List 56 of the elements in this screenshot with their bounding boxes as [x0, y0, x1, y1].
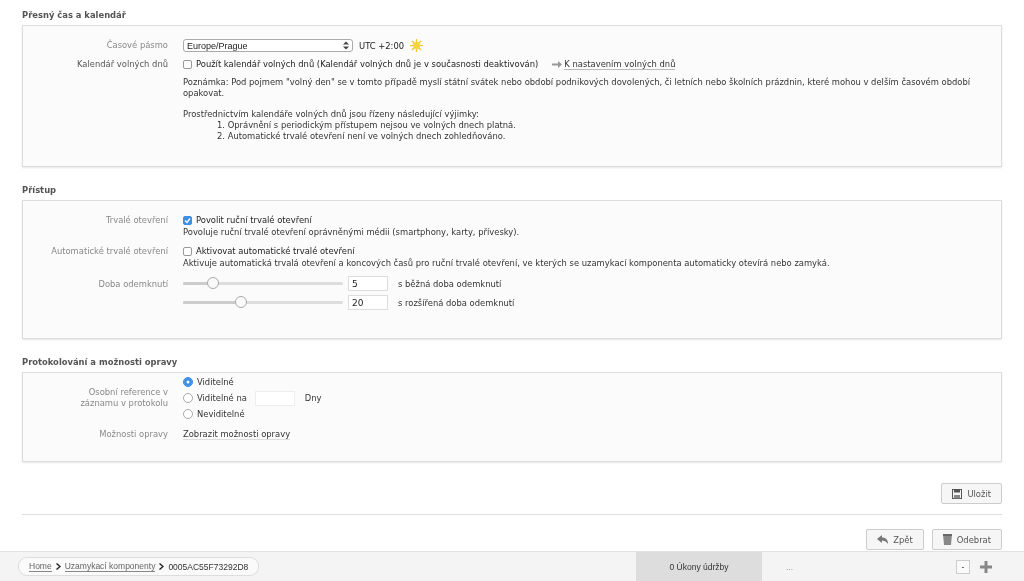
- chevron-icon: [55, 563, 61, 570]
- option-description: Aktivuje automatická trvalá otevření a koncových časů pro ruční trvalé otevření, ve kterých se uzamykací komponenta automaticky otevírá nebo zamyká.: [183, 258, 831, 269]
- field-label: Automatické trvalé otevření: [51, 245, 168, 258]
- remove-button[interactable]: Odebrat: [931, 529, 1002, 550]
- section-title: Přesný čas a kalendář: [22, 10, 126, 20]
- radio-button[interactable]: [183, 393, 193, 403]
- radio-button[interactable]: [183, 377, 193, 387]
- checkbox-label: Povolit ruční trvalé otevření: [196, 214, 312, 227]
- repair-options-link[interactable]: Zobrazit možnosti opravy: [183, 429, 291, 440]
- back-arrow-icon: [877, 535, 889, 544]
- field-label: Časové pásmo: [106, 39, 168, 52]
- slider-caption: s rozšířená doba odemknutí: [398, 297, 515, 308]
- timezone-select[interactable]: Europe/Prague: [183, 39, 353, 52]
- section-title: Protokolování a možnosti opravy: [22, 357, 178, 367]
- radio-button[interactable]: [183, 409, 193, 419]
- plus-icon[interactable]: [980, 560, 992, 573]
- checkbox[interactable]: [183, 247, 192, 256]
- slider-caption: s běžná doba odemknutí: [398, 278, 502, 289]
- save-button[interactable]: Uložit: [941, 483, 1002, 504]
- field-label: Osobní reference v záznamu v protokolu: [79, 387, 168, 409]
- trash-icon: [942, 534, 952, 545]
- unit-label: Dny: [304, 392, 322, 405]
- radio-label: Viditelné na: [197, 392, 247, 405]
- section-title: Přístup: [22, 185, 57, 195]
- checkbox[interactable]: [183, 60, 192, 69]
- field-label: Kalendář volných dnů: [77, 58, 168, 71]
- stepper-icon: [343, 41, 349, 50]
- breadcrumb-item: 0005AC55F73292D8: [168, 561, 249, 572]
- exceptions-intro: Prostřednictvím kalendáře volných dnů jsou řízeny následující výjimky:: [183, 109, 480, 120]
- field-label: Doba odemknutí: [98, 278, 168, 291]
- checkbox[interactable]: [183, 216, 192, 225]
- number-field[interactable]: 5: [348, 276, 388, 291]
- radio-label: Neviditelné: [197, 408, 245, 421]
- field-label: Možnosti opravy: [99, 428, 168, 441]
- field-label: Trvalé otevření: [105, 214, 168, 227]
- chevron-icon: [159, 563, 165, 570]
- breadcrumb-item[interactable]: Home: [29, 561, 52, 572]
- option-description: Povoluje ruční trvalé otevření oprávněnými médii (smartphony, karty, přívesky).: [183, 227, 521, 238]
- number-field[interactable]: 20: [348, 295, 388, 310]
- maintenance-tab[interactable]: 0 Úkony údržby: [636, 552, 762, 581]
- holiday-settings-link[interactable]: K nastavením volných dnů: [564, 59, 676, 70]
- exception-item: 2. Automatické trvalé otevření není ve volných dnech zohledňováno.: [217, 131, 506, 141]
- sun-icon: [410, 39, 424, 52]
- breadcrumb-item[interactable]: Uzamykací komponenty: [64, 561, 156, 572]
- back-button[interactable]: Zpět: [866, 529, 924, 550]
- checkbox-label: Aktivovat automatické trvalé otevření: [196, 245, 355, 258]
- slider-thumb[interactable]: [207, 277, 220, 289]
- status-text: ...: [785, 561, 795, 572]
- radio-label: Viditelné: [197, 376, 234, 389]
- zoom-out-button[interactable]: -: [956, 559, 970, 574]
- slider-thumb[interactable]: [234, 296, 247, 308]
- arrow-icon: [552, 61, 563, 68]
- checkbox-label: Použít kalendář volných dnů (Kalendář volných dnů je v současnosti deaktivován): [196, 58, 539, 71]
- note-text: Poznámka: Pod pojmem "volný den" se v tomto případě myslí státní svátek nebo období podnikových dovolených, či letních nebo školních prázdnin, které mohou v delším časovém období opakovat.: [183, 77, 972, 99]
- utc-offset: UTC +2:00: [359, 40, 405, 51]
- exception-item: 1. Oprávnění s periodickým přístupem nejsou ve volných dnech platná.: [217, 120, 516, 130]
